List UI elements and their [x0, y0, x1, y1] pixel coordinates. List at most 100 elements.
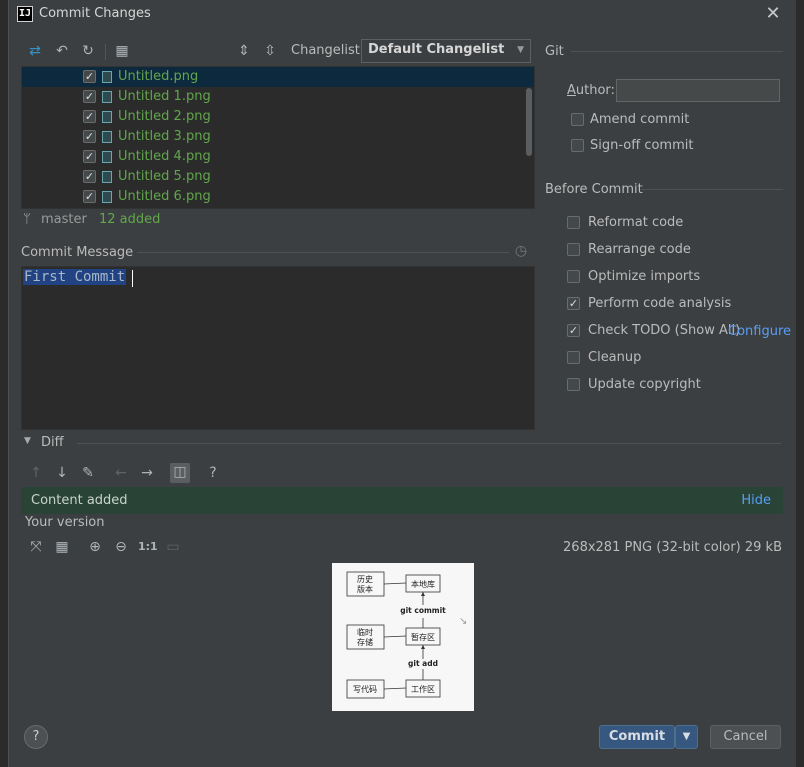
history-clock-icon[interactable]: ◷ — [512, 242, 530, 260]
commit-message-text[interactable]: First Commit — [23, 269, 127, 285]
background-right-strip — [796, 0, 804, 767]
file-checkbox[interactable]: ✓ — [83, 90, 96, 103]
changelist-dropdown[interactable]: Default Changelist ▼ — [361, 39, 531, 63]
hide-link[interactable]: Hide — [741, 493, 771, 508]
collapse-triangle-icon[interactable]: ▼ — [24, 436, 31, 446]
box2-text: 本地库 — [411, 579, 435, 589]
window-title: Commit Changes — [39, 6, 151, 21]
cancel-button[interactable]: Cancel — [710, 725, 781, 749]
file-name: Untitled 5.png — [118, 169, 211, 184]
grid-icon[interactable]: ▦ — [53, 538, 71, 556]
box6-text: 工作区 — [411, 684, 435, 694]
fit-to-window-icon[interactable]: ⤧ — [27, 538, 45, 556]
zoom-out-icon[interactable]: ⊖ — [112, 538, 130, 556]
option-label: Optimize imports — [588, 269, 701, 284]
rollback-icon[interactable]: ↶ — [53, 42, 71, 60]
image-file-icon — [102, 71, 112, 83]
option-checkbox[interactable] — [567, 351, 580, 364]
next-difference-icon[interactable]: ↓ — [53, 464, 71, 482]
commit-button[interactable]: Commit — [599, 725, 675, 749]
file-checkbox[interactable]: ✓ — [83, 130, 96, 143]
arrow1-text: git commit — [400, 606, 446, 615]
viewer-toggle-icon[interactable]: ◫ — [170, 463, 190, 483]
box3-line1: 临时 — [357, 627, 373, 637]
your-version-label: Your version — [25, 515, 105, 530]
intellij-app-icon: IJ — [17, 6, 33, 22]
file-name: Untitled 4.png — [118, 149, 211, 164]
zoom-in-icon[interactable]: ⊕ — [86, 538, 104, 556]
file-checkbox[interactable]: ✓ — [83, 190, 96, 203]
content-added-banner: Content added Hide — [21, 487, 783, 514]
file-name: Untitled 2.png — [118, 109, 211, 124]
option-label: Cleanup — [588, 350, 642, 365]
box1-line2: 版本 — [357, 584, 373, 594]
file-name: Untitled 1.png — [118, 89, 211, 104]
branch-name: master — [41, 212, 87, 227]
file-checkbox[interactable]: ✓ — [83, 170, 96, 183]
added-count: 12 added — [99, 212, 161, 227]
file-name: Untitled.png — [118, 69, 199, 84]
option-checkbox[interactable]: ✓ — [567, 324, 580, 337]
text-caret — [132, 270, 133, 287]
option-checkbox[interactable] — [567, 378, 580, 391]
commit-options-chevron-icon[interactable]: ▼ — [675, 725, 698, 749]
file-checkbox[interactable]: ✓ — [83, 150, 96, 163]
file-checkbox[interactable]: ✓ — [83, 70, 96, 83]
notice-text: Content added — [31, 493, 128, 508]
option-checkbox[interactable]: ✓ — [567, 297, 580, 310]
box3-line2: 存储 — [357, 637, 373, 647]
image-file-icon — [102, 191, 112, 203]
file-row[interactable]: ✓ Untitled.png — [22, 67, 534, 87]
image-file-icon — [102, 151, 112, 163]
edit-source-icon[interactable]: ✎ — [79, 464, 97, 482]
file-list-scrollbar[interactable] — [526, 88, 532, 156]
changelist-label: Changelist: — [291, 43, 365, 58]
collapse-all-icon[interactable]: ⇳ — [261, 42, 279, 60]
image-background-icon[interactable]: ▭ — [164, 538, 182, 556]
option-checkbox[interactable] — [567, 270, 580, 283]
prev-file-icon[interactable]: ← — [112, 464, 130, 482]
signoff-checkbox[interactable] — [571, 139, 584, 152]
file-checkbox[interactable]: ✓ — [83, 110, 96, 123]
refresh-icon[interactable]: ↻ — [79, 42, 97, 60]
expand-all-icon[interactable]: ⇕ — [235, 42, 253, 60]
close-icon[interactable]: ✕ — [764, 3, 782, 25]
author-field[interactable] — [616, 79, 780, 102]
prev-difference-icon[interactable]: ↑ — [27, 464, 45, 482]
mouse-cursor: ↘ — [459, 616, 468, 627]
arrow2-text: git add — [408, 659, 438, 668]
file-row[interactable]: ✓ Untitled 4.png — [22, 147, 534, 167]
configure-link[interactable]: Configure — [728, 324, 791, 339]
divider — [77, 443, 781, 444]
show-diff-icon[interactable]: ⇄ — [26, 42, 44, 60]
help-button[interactable]: ? — [24, 725, 48, 749]
author-label: Author: — [567, 83, 615, 98]
changed-files-list[interactable]: ✓ Untitled.png ✓ Untitled 1.png ✓ Untitled 2.… — [21, 66, 535, 209]
before-commit-title: Before Commit — [545, 182, 643, 197]
commit-message-label: Commit Message — [21, 245, 134, 260]
file-row[interactable]: ✓ Untitled 1.png — [22, 87, 534, 107]
option-label: Check TODO (Show All) — [588, 323, 741, 338]
amend-checkbox[interactable] — [571, 113, 584, 126]
title-bar: IJ Commit Changes ✕ — [9, 0, 804, 30]
group-by-icon[interactable]: ▦ — [113, 42, 131, 60]
option-label: Reformat code — [588, 215, 684, 230]
git-section-title: Git — [545, 44, 564, 59]
actual-size-icon[interactable]: 1:1 — [138, 538, 158, 556]
background-editor-strip — [0, 0, 8, 767]
image-file-icon — [102, 171, 112, 183]
commit-message-input[interactable]: First Commit — [21, 266, 535, 430]
next-file-icon[interactable]: → — [138, 464, 156, 482]
option-label: Update copyright — [588, 377, 701, 392]
option-checkbox[interactable] — [567, 216, 580, 229]
divider — [137, 252, 509, 253]
file-name: Untitled 3.png — [118, 129, 211, 144]
file-row[interactable]: ✓ Untitled 3.png — [22, 127, 534, 147]
file-row[interactable]: ✓ Untitled 6.png — [22, 187, 534, 207]
help-icon[interactable]: ? — [204, 464, 222, 482]
file-row[interactable]: ✓ Untitled 2.png — [22, 107, 534, 127]
file-row[interactable]: ✓ Untitled 5.png — [22, 167, 534, 187]
image-file-icon — [102, 131, 112, 143]
option-checkbox[interactable] — [567, 243, 580, 256]
file-name: Untitled 6.png — [118, 189, 211, 204]
